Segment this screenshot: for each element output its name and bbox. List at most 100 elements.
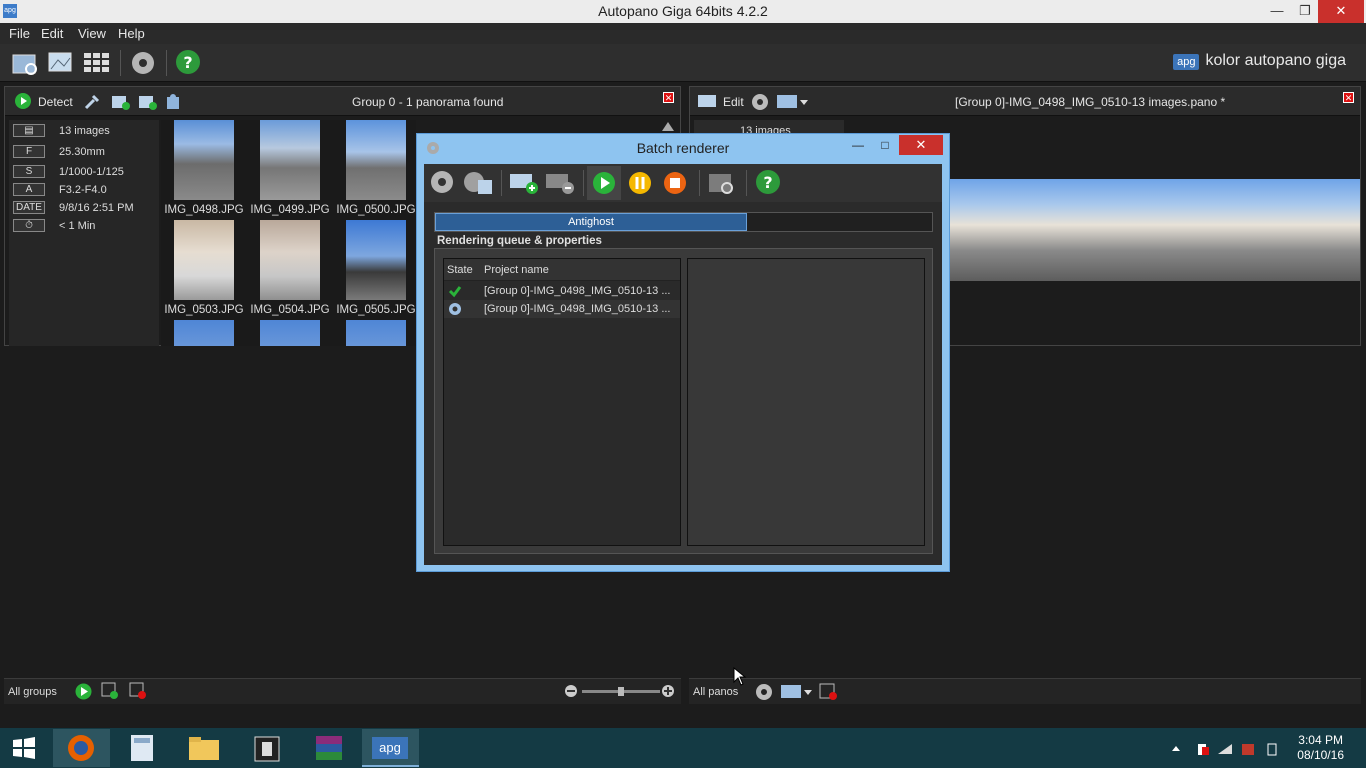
edit-button[interactable]: Edit: [723, 95, 744, 109]
state-column-header[interactable]: State: [447, 264, 473, 276]
info-value: 13 images: [59, 125, 110, 137]
add-group-icon[interactable]: [101, 682, 119, 700]
render-dropdown-icon[interactable]: [776, 93, 810, 111]
folder-icon: [189, 737, 219, 760]
thumbnail[interactable]: [161, 320, 247, 346]
pano-settings-gear-icon[interactable]: [751, 93, 769, 111]
groups-bottom-bar: All groups: [4, 678, 681, 704]
queue-row[interactable]: [Group 0]-IMG_0498_IMG_0510-13 ...: [444, 300, 680, 318]
thumbnail[interactable]: [247, 320, 333, 346]
minimize-button[interactable]: —: [1262, 0, 1292, 23]
dialog-close-button[interactable]: ✕: [899, 135, 943, 155]
brand-text: kolor autopano giga: [1205, 52, 1346, 69]
thumbnail-caption: IMG_0498.JPG: [164, 204, 244, 216]
calculator-icon: [131, 735, 153, 761]
detect-button[interactable]: Detect: [38, 95, 73, 109]
project-name-column-header[interactable]: Project name: [484, 264, 549, 276]
thumbnail-caption: IMG_0503.JPG: [164, 304, 244, 316]
taskbar-video-app[interactable]: [238, 729, 295, 767]
thumbnail-caption: IMG_0500.JPG: [336, 204, 416, 216]
thumbnail-image: [346, 320, 406, 346]
scroll-up-arrow-icon[interactable]: [661, 119, 675, 133]
stop-icon[interactable]: [663, 171, 687, 195]
thumbnail-grid: IMG_0498.JPG IMG_0499.JPG IMG_0500.JPG I…: [161, 120, 416, 346]
windows-start-icon[interactable]: [12, 737, 36, 759]
system-clock[interactable]: 3:04 PM 08/10/16: [1297, 733, 1344, 763]
thumbnail[interactable]: IMG_0500.JPG: [333, 120, 416, 216]
import-images-icon[interactable]: [46, 48, 76, 78]
grid-view-icon[interactable]: [81, 48, 111, 78]
render-dropdown-icon[interactable]: [780, 683, 816, 701]
film-icon: [254, 736, 280, 762]
menu-file[interactable]: File: [9, 26, 30, 41]
close-button[interactable]: ✕: [1318, 0, 1364, 23]
taskbar-explorer[interactable]: [176, 729, 233, 767]
dialog-toolbar: ?: [424, 164, 942, 202]
render-settings-gear-icon[interactable]: [428, 168, 458, 198]
menu-edit[interactable]: Edit: [41, 26, 63, 41]
rendering-gear-icon: [449, 303, 461, 315]
system-tray-icons[interactable]: [1170, 742, 1280, 756]
main-toolbar: ? apg kolor autopano giga: [0, 44, 1366, 82]
wrench-icon[interactable]: [83, 93, 101, 111]
render-queue-list[interactable]: State Project name [Group 0]-IMG_0498_IM…: [443, 258, 681, 546]
remove-pano-icon[interactable]: [819, 682, 839, 702]
taskbar-firefox[interactable]: [53, 729, 110, 767]
start-render-button[interactable]: [587, 166, 621, 200]
panorama-preview[interactable]: [950, 179, 1360, 281]
all-panos-label[interactable]: All panos: [693, 686, 738, 698]
puzzle-icon[interactable]: [165, 93, 183, 111]
taskbar-autopano[interactable]: apg: [362, 729, 419, 767]
refresh-images-icon[interactable]: [111, 93, 131, 111]
info-key: S: [13, 165, 45, 178]
close-panel-icon[interactable]: ✕: [663, 92, 674, 103]
info-value: 9/8/16 2:51 PM: [59, 202, 134, 214]
project-name: [Group 0]-IMG_0498_IMG_0510-13 ...: [484, 285, 671, 297]
clock-time: 3:04 PM: [1298, 733, 1343, 747]
remove-group-icon[interactable]: [129, 682, 147, 700]
thumbnail[interactable]: [333, 320, 416, 346]
save-settings-icon[interactable]: [462, 168, 494, 198]
menu-view[interactable]: View: [78, 26, 106, 41]
add-images-icon[interactable]: [138, 93, 158, 111]
panos-settings-gear-icon[interactable]: [754, 682, 774, 702]
autopano-icon: apg: [372, 737, 408, 759]
thumbnail[interactable]: IMG_0505.JPG: [333, 220, 416, 316]
title-bar: apg Autopano Giga 64bits 4.2.2 — ❐ ✕: [0, 0, 1366, 23]
panos-bottom-bar: All panos: [689, 667, 1361, 704]
settings-gear-icon[interactable]: [128, 48, 158, 78]
dialog-body: ? Antighost Rendering queue & properties…: [424, 164, 942, 565]
pause-icon[interactable]: [628, 171, 652, 195]
play-icon[interactable]: [75, 683, 92, 700]
dialog-maximize-button[interactable]: □: [872, 136, 898, 154]
checkmark-icon: [448, 286, 462, 298]
taskbar-calculator[interactable]: [114, 729, 171, 767]
thumbnail[interactable]: IMG_0503.JPG: [161, 220, 247, 316]
restore-button[interactable]: ❐: [1290, 0, 1320, 23]
dialog-help-icon[interactable]: ?: [754, 168, 784, 198]
queue-header: State Project name: [444, 259, 680, 281]
open-folder-icon[interactable]: [10, 48, 40, 78]
queue-row[interactable]: [Group 0]-IMG_0498_IMG_0510-13 ...: [444, 282, 680, 300]
dialog-minimize-button[interactable]: —: [845, 136, 871, 154]
thumbnail[interactable]: IMG_0498.JPG: [161, 120, 247, 216]
info-key: DATE: [13, 201, 45, 214]
add-to-queue-icon[interactable]: [508, 168, 540, 198]
info-value: 25.30mm: [59, 146, 105, 158]
all-groups-label[interactable]: All groups: [8, 686, 57, 698]
close-panel-icon[interactable]: ✕: [1343, 92, 1354, 103]
thumbnail[interactable]: IMG_0499.JPG: [247, 120, 333, 216]
group-info: ▤ 13 images F 25.30mm S 1/1000-1/125 A F3.2-…: [9, 120, 159, 346]
detect-play-icon[interactable]: [15, 93, 31, 109]
antighost-progress: Antighost: [435, 213, 747, 231]
remove-from-queue-icon[interactable]: [544, 168, 576, 198]
edit-pano-icon[interactable]: [697, 93, 719, 109]
thumbnail[interactable]: IMG_0504.JPG: [247, 220, 333, 316]
menu-help[interactable]: Help: [118, 26, 145, 41]
open-output-folder-icon[interactable]: [707, 168, 737, 198]
thumbnail-image: [260, 120, 320, 200]
zoom-slider[interactable]: [564, 684, 674, 699]
taskbar-winrar[interactable]: [300, 729, 357, 767]
info-value: 1/1000-1/125: [59, 166, 124, 178]
help-icon[interactable]: ?: [174, 48, 204, 78]
